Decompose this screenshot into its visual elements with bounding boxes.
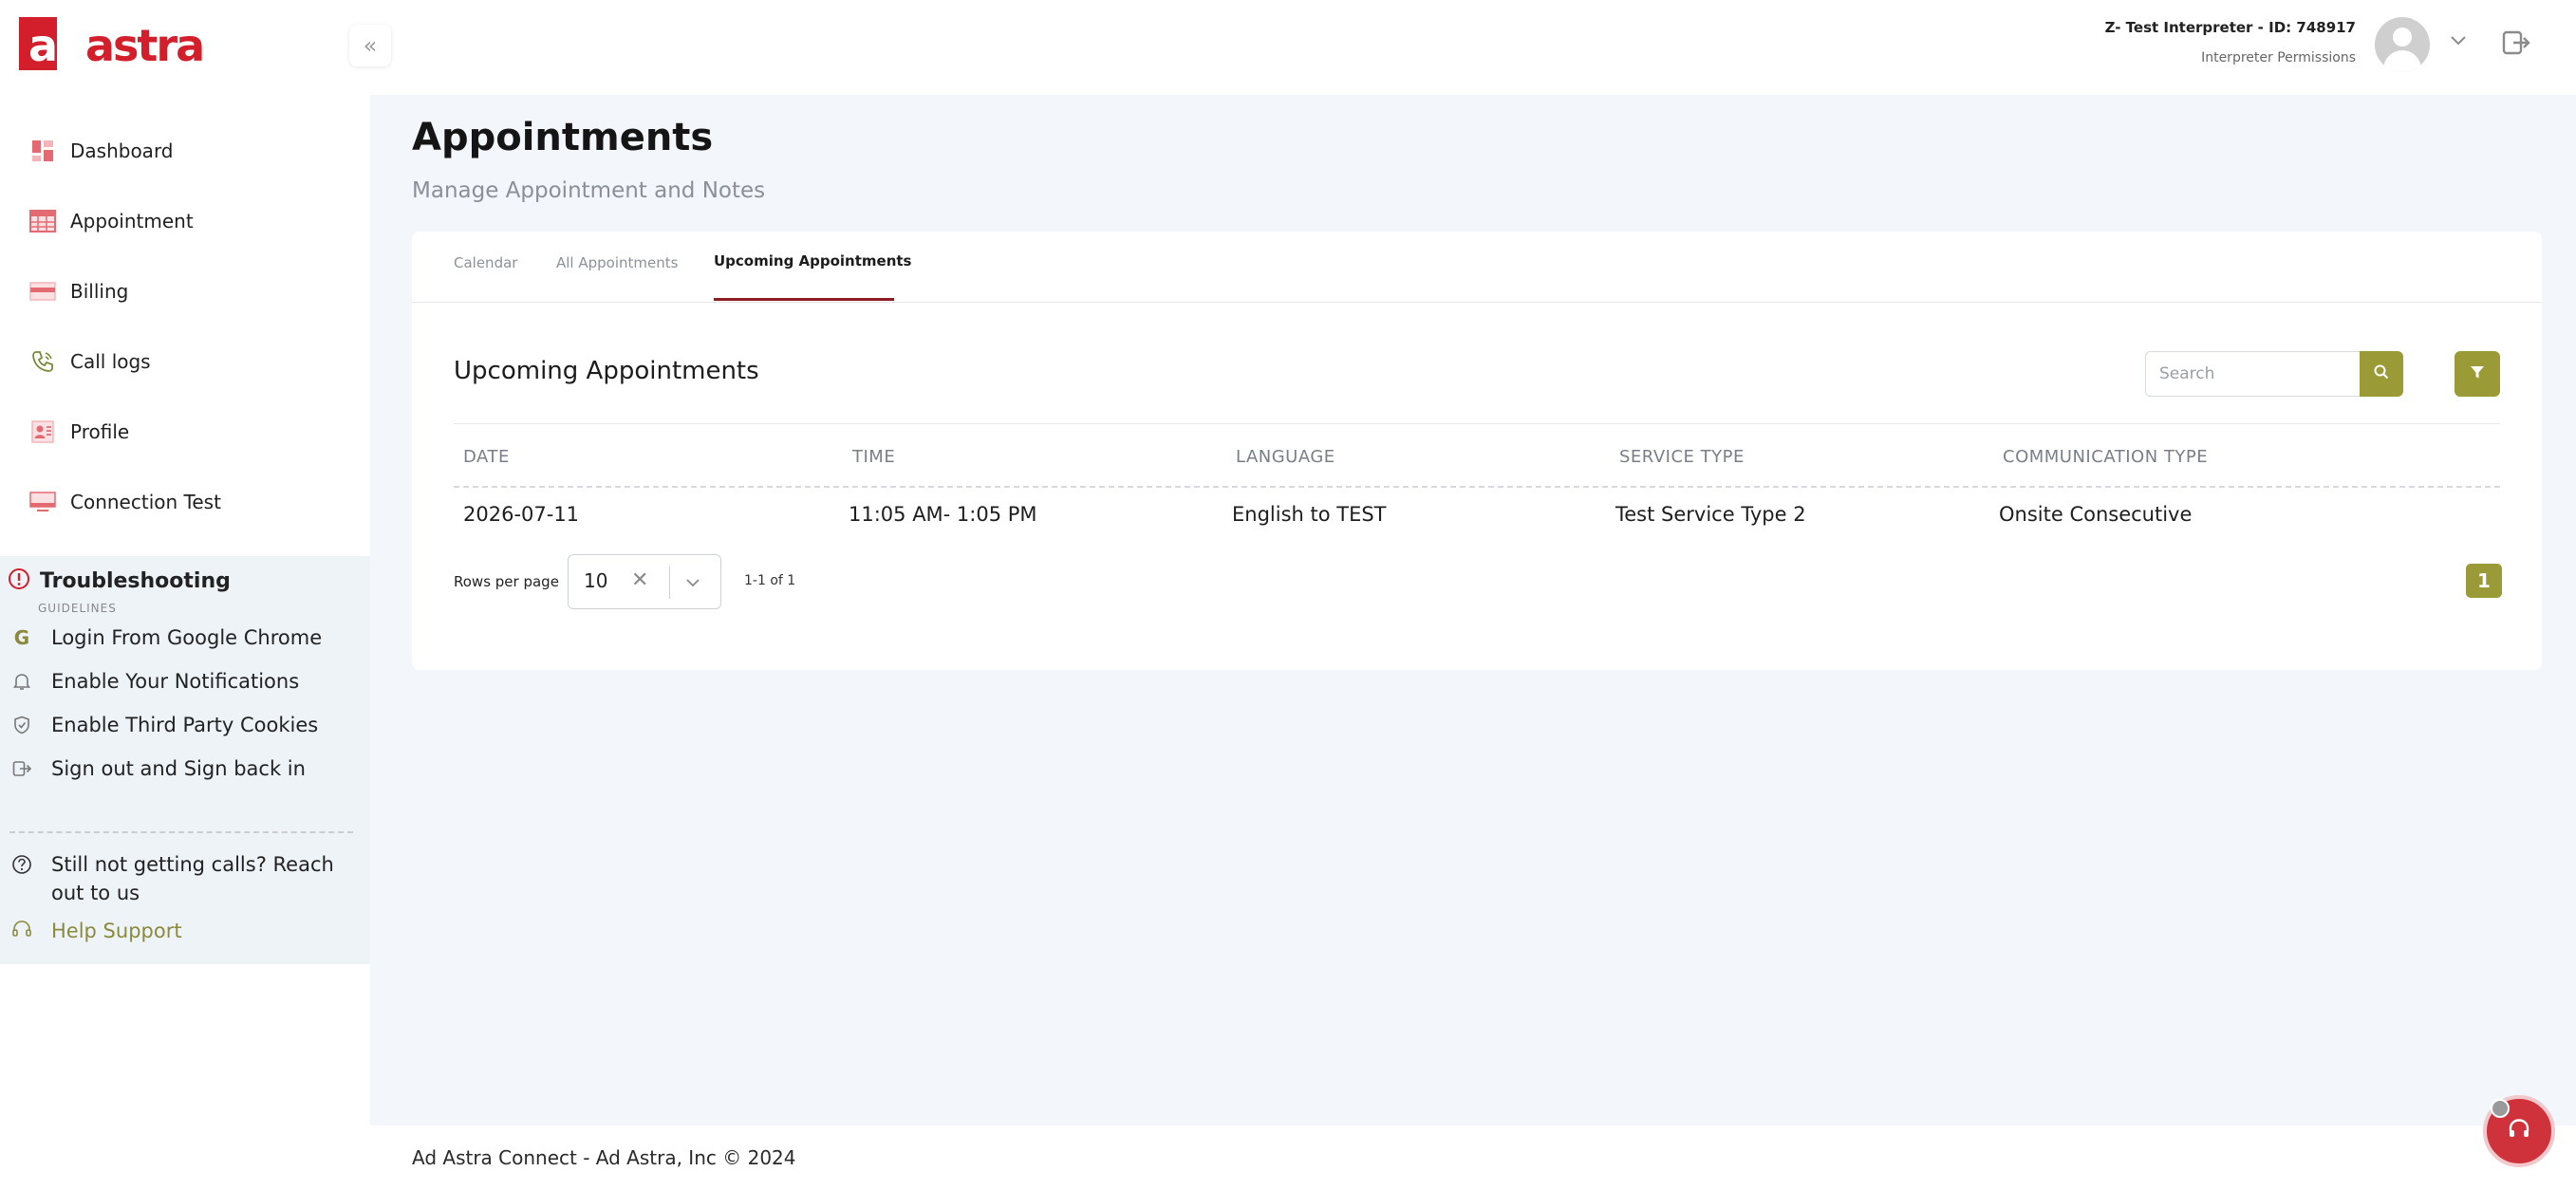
column-header-service-type: SERVICE TYPE — [1619, 447, 1745, 467]
column-header-date: DATE — [463, 447, 510, 467]
adastra-logo[interactable]: adastra — [19, 17, 205, 71]
search-field[interactable] — [2145, 351, 2360, 397]
active-tab-indicator — [714, 298, 894, 301]
sidebar: Dashboard Appointment Billing Call logs … — [0, 95, 370, 1190]
double-chevron-left-icon: « — [363, 32, 378, 59]
monitor-icon — [28, 488, 57, 516]
tab-calendar[interactable]: Calendar — [454, 254, 517, 271]
bell-icon — [11, 671, 32, 692]
search-input[interactable] — [2146, 352, 2360, 396]
billing-icon — [28, 277, 57, 306]
calendar-icon — [28, 207, 57, 235]
sidebar-item-label: Call logs — [70, 350, 151, 373]
dashboard-icon — [28, 137, 57, 165]
shield-icon — [11, 715, 32, 735]
guide-label: Enable Your Notifications — [51, 670, 300, 693]
guide-label: Login From Google Chrome — [51, 626, 323, 649]
alert-circle-icon — [8, 567, 30, 594]
cell-time: 11:05 AM- 1:05 PM — [849, 503, 1037, 526]
page-range-label: 1-1 of 1 — [744, 573, 796, 588]
troubleshooting-divider — [9, 831, 353, 833]
page-title: Appointments — [412, 116, 714, 159]
sidebar-item-label: Dashboard — [70, 139, 174, 162]
cell-communication-type: Onsite Consecutive — [1999, 503, 2193, 526]
filter-icon — [2469, 363, 2486, 384]
sidebar-item-label: Profile — [70, 420, 130, 443]
troubleshooting-title: Troubleshooting — [40, 568, 231, 593]
sidebar-item-billing[interactable]: Billing — [0, 256, 370, 326]
sidebar-item-label: Billing — [70, 280, 129, 303]
troubleshooting-panel: Troubleshooting GUIDELINES G Login From … — [0, 556, 370, 964]
pagination: Rows per page 10 ✕ 1-1 of 1 1 — [454, 554, 2502, 611]
guide-enable-third-party-cookies[interactable]: Enable Third Party Cookies — [11, 706, 318, 744]
cell-language: English to TEST — [1232, 503, 1387, 526]
logo-wordmark: adastra — [28, 20, 205, 71]
question-circle-icon — [11, 854, 32, 907]
tab-upcoming-appointments[interactable]: Upcoming Appointments — [714, 252, 911, 270]
still-not-getting-calls-text: Still not getting calls? Reach out to us — [51, 853, 334, 904]
table-header: DATE TIME LANGUAGE SERVICE TYPE COMMUNIC… — [454, 423, 2500, 488]
cell-service-type: Test Service Type 2 — [1615, 503, 1806, 526]
rows-per-page-select[interactable]: 10 ✕ — [568, 554, 721, 609]
clear-icon[interactable]: ✕ — [631, 568, 648, 592]
guide-label: Sign out and Sign back in — [51, 757, 306, 780]
search-icon — [2373, 363, 2390, 384]
headset-icon — [11, 919, 32, 943]
status-indicator-dot — [2491, 1099, 2510, 1118]
help-support-label: Help Support — [51, 920, 182, 942]
google-icon: G — [13, 626, 30, 649]
sidebar-item-call-logs[interactable]: Call logs — [0, 326, 370, 397]
footer: Ad Astra Connect - Ad Astra, Inc © 2024 — [370, 1125, 2576, 1190]
search-button[interactable] — [2360, 351, 2403, 397]
tab-all-appointments[interactable]: All Appointments — [556, 254, 678, 271]
filter-button[interactable] — [2455, 351, 2500, 397]
appointments-tabs: Calendar All Appointments Upcoming Appoi… — [412, 232, 2542, 303]
sidebar-item-label: Connection Test — [70, 491, 221, 513]
user-info: Z- Test Interpreter - ID: 748917 Interpr… — [2105, 17, 2356, 68]
cell-date: 2026-07-11 — [463, 503, 580, 526]
page-button-1[interactable]: 1 — [2466, 564, 2502, 598]
appointments-card: Calendar All Appointments Upcoming Appoi… — [412, 232, 2542, 670]
section-title: Upcoming Appointments — [454, 357, 759, 385]
sidebar-item-dashboard[interactable]: Dashboard — [0, 116, 370, 186]
chevron-down-icon[interactable] — [682, 567, 703, 599]
avatar[interactable] — [2375, 17, 2430, 72]
headset-icon — [2505, 1115, 2533, 1147]
troubleshooting-subtitle: GUIDELINES — [38, 602, 117, 615]
user-role: Interpreter Permissions — [2201, 50, 2356, 65]
guide-login-google-chrome[interactable]: G Login From Google Chrome — [11, 619, 322, 657]
guide-enable-notifications[interactable]: Enable Your Notifications — [11, 662, 299, 700]
help-support-link[interactable]: Help Support — [11, 919, 182, 943]
rows-per-page-label: Rows per page — [454, 573, 559, 590]
guide-sign-out-sign-in[interactable]: Sign out and Sign back in — [11, 750, 306, 788]
top-header: adastra « Z- Test Interpreter - ID: 7489… — [0, 0, 2576, 95]
signout-icon — [11, 758, 32, 779]
logout-icon[interactable] — [2500, 27, 2532, 59]
sidebar-item-label: Appointment — [70, 210, 194, 232]
collapse-sidebar-button[interactable]: « — [349, 25, 391, 66]
sidebar-item-connection-test[interactable]: Connection Test — [0, 467, 370, 537]
column-header-communication-type: COMMUNICATION TYPE — [2003, 447, 2209, 467]
sidebar-item-profile[interactable]: Profile — [0, 397, 370, 467]
column-header-time: TIME — [852, 447, 896, 467]
troubleshooting-header: Troubleshooting — [8, 567, 231, 594]
guide-label: Enable Third Party Cookies — [51, 714, 319, 736]
user-name: Z- Test Interpreter - ID: 748917 — [2104, 19, 2356, 36]
appointments-table: DATE TIME LANGUAGE SERVICE TYPE COMMUNIC… — [454, 423, 2500, 541]
phone-icon — [28, 347, 57, 376]
column-header-language: LANGUAGE — [1236, 447, 1335, 467]
footer-text: Ad Astra Connect - Ad Astra, Inc © 2024 — [412, 1146, 796, 1169]
user-menu-chevron-down-icon[interactable] — [2447, 28, 2470, 51]
still-not-getting-calls: Still not getting calls? Reach out to us — [11, 850, 355, 907]
table-row[interactable]: 2026-07-11 11:05 AM- 1:05 PM English to … — [454, 488, 2500, 541]
page-subtitle: Manage Appointment and Notes — [412, 178, 766, 203]
profile-icon — [28, 418, 57, 446]
rows-per-page-value: 10 — [584, 569, 608, 592]
sidebar-item-appointment[interactable]: Appointment — [0, 186, 370, 256]
